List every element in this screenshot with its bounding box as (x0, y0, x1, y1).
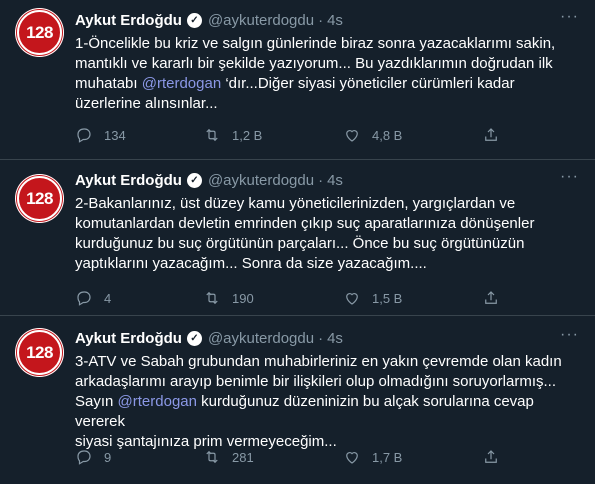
retweet-icon (206, 291, 218, 305)
author-name[interactable]: Aykut Erdoğdu (75, 172, 182, 189)
tweet-actions: 9 281 1,7 B (75, 447, 579, 467)
more-icon[interactable]: ··· (560, 9, 579, 25)
verified-icon: ✓ (186, 172, 202, 188)
more-icon[interactable]: ··· (560, 169, 579, 185)
tweet-text-line: üzerlerine alınsınlar... (75, 95, 218, 112)
share-icon (485, 450, 497, 463)
retweet-count: 281 (232, 449, 254, 465)
timestamp[interactable]: 4s (327, 12, 343, 29)
reply-icon (77, 450, 91, 465)
retweet-icon (206, 128, 218, 142)
tweet-text: 1-Öncelikle bu kriz ve salgın günlerinde… (75, 34, 579, 114)
retweet-count: 190 (232, 290, 254, 306)
separator: · (318, 11, 324, 29)
avatar[interactable]: 128 (15, 8, 64, 57)
share-icon (485, 291, 497, 304)
tweet-text-line: muhatabı @rterdogan ‘dır...Diğer siyasi … (75, 74, 579, 94)
reply-button[interactable]: 9 (75, 447, 111, 467)
share-button[interactable] (482, 447, 511, 467)
tweet-text-line: Sayın @rterdogan kurduğunuz düzeninizin … (75, 392, 579, 432)
reply-count: 4 (104, 290, 112, 306)
reply-icon (77, 128, 91, 143)
avatar-label: 128 (17, 330, 62, 375)
tweet-header: Aykut Erdoğdu ✓ @aykuterdogdu · 4s (75, 170, 579, 190)
tweet-text-line: yaptıklarını yazacağım... Sonra da size … (75, 255, 427, 272)
tweet-text: 2-Bakanlarınız, üst düzey kamu yöneticil… (75, 194, 579, 274)
like-count: 4,8 B (372, 127, 403, 143)
timestamp[interactable]: 4s (327, 330, 343, 347)
reply-button[interactable]: 134 (75, 125, 126, 145)
tweet-header: Aykut Erdoğdu ✓ @aykuterdogdu · 4s (75, 10, 579, 30)
tweet-text-line: kurduğunuz bu suç örgütünün parçaları...… (75, 235, 525, 252)
text-segment: ‘dır...Diğer siyasi yöneticiler cürümler… (221, 75, 515, 92)
share-icon (485, 128, 497, 141)
author-handle[interactable]: @aykuterdogdu (208, 172, 314, 189)
retweet-button[interactable]: 281 (203, 447, 254, 467)
tweet[interactable]: 128 Aykut Erdoğdu ✓ @aykuterdogdu · 4s ·… (0, 160, 595, 316)
like-count: 1,7 B (372, 449, 403, 465)
avatar-label: 128 (17, 176, 62, 221)
tweet[interactable]: 128 Aykut Erdoğdu ✓ @aykuterdogdu · 4s ·… (0, 0, 595, 160)
avatar[interactable]: 128 (15, 328, 64, 377)
retweet-icon (206, 450, 218, 464)
author-handle[interactable]: @aykuterdogdu (208, 12, 314, 29)
reply-button[interactable]: 4 (75, 288, 111, 308)
tweet-header: Aykut Erdoğdu ✓ @aykuterdogdu · 4s (75, 328, 579, 348)
tweet-text-line: 2-Bakanlarınız, üst düzey kamu yöneticil… (75, 195, 516, 212)
tweet-text: 3-ATV ve Sabah grubundan muhabirleriniz … (75, 352, 579, 452)
separator: · (318, 329, 324, 347)
heart-icon (346, 452, 358, 464)
share-button[interactable] (482, 288, 511, 308)
tweet-actions: 4 190 1,5 B (75, 288, 579, 308)
verified-icon: ✓ (186, 12, 202, 28)
like-button[interactable]: 1,5 B (343, 288, 402, 308)
tweet-text-line: arkadaşlarımı arayıp benimle bir ilişkil… (75, 373, 557, 390)
tweet[interactable]: 128 Aykut Erdoğdu ✓ @aykuterdogdu · 4s ·… (0, 316, 595, 484)
heart-icon (346, 130, 358, 142)
text-segment: muhatabı (75, 75, 142, 92)
tweet-actions: 134 1,2 B 4,8 B (75, 125, 579, 145)
text-segment: Sayın (75, 393, 118, 410)
separator: · (318, 171, 324, 189)
avatar-label: 128 (17, 10, 62, 55)
timestamp[interactable]: 4s (327, 172, 343, 189)
reply-count: 134 (104, 127, 126, 143)
tweet-text-line: 1-Öncelikle bu kriz ve salgın günlerinde… (75, 35, 556, 52)
retweet-count: 1,2 B (232, 127, 263, 143)
avatar[interactable]: 128 (15, 174, 64, 223)
tweet-text-line: 3-ATV ve Sabah grubundan muhabirleriniz … (75, 353, 562, 370)
mention-link[interactable]: @rterdogan (142, 75, 221, 92)
tweet-text-line: mantıklı ve kararlı bir şekilde yazıyoru… (75, 55, 553, 72)
tweet-text-line: komutanlardan devletin emrinden çıkıp su… (75, 215, 535, 232)
more-icon[interactable]: ··· (560, 327, 579, 343)
reply-icon (77, 291, 91, 306)
like-button[interactable]: 4,8 B (343, 125, 402, 145)
share-button[interactable] (482, 125, 511, 145)
like-button[interactable]: 1,7 B (343, 447, 402, 467)
author-name[interactable]: Aykut Erdoğdu (75, 12, 182, 29)
retweet-button[interactable]: 190 (203, 288, 254, 308)
verified-icon: ✓ (186, 330, 202, 346)
author-name[interactable]: Aykut Erdoğdu (75, 330, 182, 347)
heart-icon (346, 293, 358, 305)
reply-count: 9 (104, 449, 112, 465)
mention-link[interactable]: @rterdogan (118, 393, 197, 410)
like-count: 1,5 B (372, 290, 403, 306)
author-handle[interactable]: @aykuterdogdu (208, 330, 314, 347)
retweet-button[interactable]: 1,2 B (203, 125, 262, 145)
